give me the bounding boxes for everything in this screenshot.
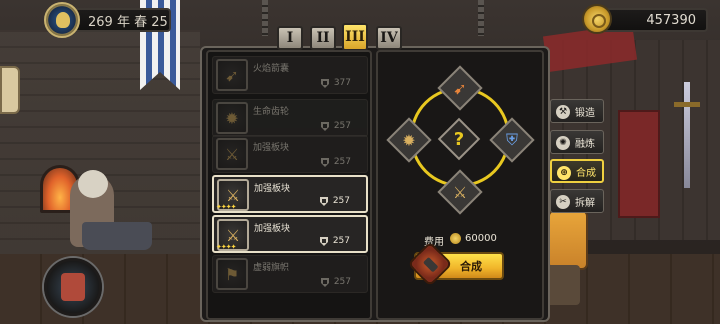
list-item[interactable]: ✹ 生命齿轮 257	[212, 99, 368, 137]
item-count: 257	[333, 277, 351, 287]
tier-label: II	[316, 30, 330, 46]
item-name: 虚弱旗帜	[253, 263, 290, 273]
shield-icon	[320, 197, 328, 206]
menu-label: 拆解	[575, 197, 595, 209]
combine-icon: ⊕	[557, 166, 571, 180]
tier-tab-2[interactable]: II	[310, 26, 336, 50]
forge-icon: ⚒	[556, 105, 570, 119]
shield-icon	[321, 122, 329, 131]
menu-label: 合成	[576, 167, 596, 179]
armor-plate-icon: ⚔	[452, 182, 468, 202]
side-drawer-tab[interactable]	[0, 66, 20, 114]
tier-label: IV	[380, 30, 398, 46]
item-list[interactable]: ➹ 火焰箭囊 377 ✹ 生命齿轮 257 ⚔ 加强板块 257 ⚔ ✦✦✦✦ …	[206, 50, 372, 320]
question-mark-icon: ?	[453, 128, 465, 150]
life-gear-icon: ✹	[216, 102, 248, 134]
tier-tab-3[interactable]: III	[342, 23, 368, 51]
disassemble-icon: ✂	[556, 195, 570, 209]
date-text: 269 年 春 25	[88, 14, 168, 30]
list-item[interactable]: ⚔ ✦✦✦✦ 加强板块 257	[212, 215, 368, 253]
shield-icon	[320, 237, 328, 246]
shield-icon	[321, 278, 329, 287]
anvil	[82, 222, 152, 250]
kingdom-emblem-icon[interactable]	[44, 2, 80, 38]
gold-coin-icon	[582, 4, 612, 34]
fire-arrow-icon: ➹	[216, 59, 248, 91]
coin-icon	[450, 233, 461, 244]
red-cabinet	[618, 110, 660, 218]
menu-label: 锻造	[575, 107, 595, 119]
armor-plate-icon: ⚔	[216, 138, 248, 170]
menu-combine-button[interactable]: ⊕ 合成	[550, 159, 604, 183]
blacksmith-head	[78, 170, 108, 198]
item-count: 377	[333, 78, 351, 88]
shield-icon	[321, 158, 329, 167]
robot-npc	[548, 210, 588, 270]
list-item[interactable]: ⚑ 虚弱旗帜 257	[212, 255, 368, 293]
fire-arrow-icon: ➹	[453, 78, 467, 98]
menu-disassemble-button[interactable]: ✂ 拆解	[550, 189, 604, 213]
list-item[interactable]: ➹ 火焰箭囊 377	[212, 56, 368, 94]
shield-icon	[321, 79, 329, 88]
item-name: 火焰箭囊	[253, 64, 290, 74]
life-gear-icon: ✹	[402, 130, 416, 150]
chain-decor	[262, 0, 268, 36]
item-count: 257	[332, 196, 350, 206]
gold-amount: 457390	[646, 12, 696, 28]
chain-decor	[478, 0, 484, 36]
item-count: 257	[333, 157, 351, 167]
craft-button-label: 合成	[460, 260, 482, 273]
item-name: 加强板块	[253, 143, 290, 153]
gold-display: 457390	[600, 8, 708, 32]
star-rating: ✦✦✦✦	[216, 243, 236, 251]
tier-tab-4[interactable]: IV	[376, 26, 402, 50]
tier-label: I	[286, 30, 294, 46]
item-count: 257	[332, 236, 350, 246]
cost-value: 60000	[465, 233, 497, 244]
menu-forge-button[interactable]: ⚒ 锻造	[550, 99, 604, 123]
menu-label: 融炼	[575, 138, 595, 150]
tier-label: III	[345, 29, 365, 45]
list-item[interactable]: ⚔ 加强板块 257	[212, 135, 368, 173]
smelt-icon: ✺	[556, 136, 570, 150]
item-count: 257	[333, 121, 351, 131]
item-name: 生命齿轮	[253, 107, 290, 117]
item-name: 加强板块	[254, 184, 291, 194]
blue-shield-icon: ⛨	[505, 130, 518, 149]
menu-smelt-button[interactable]: ✺ 融炼	[550, 130, 604, 154]
tier-tab-1[interactable]: I	[277, 26, 303, 50]
list-item[interactable]: ⚔ ✦✦✦✦ 加强板块 257	[212, 175, 368, 213]
wall-sword	[674, 82, 700, 188]
item-name: 加强板块	[254, 224, 291, 234]
map-button[interactable]	[44, 258, 102, 316]
weak-flag-icon: ⚑	[216, 258, 248, 290]
star-rating: ✦✦✦✦	[216, 203, 236, 211]
